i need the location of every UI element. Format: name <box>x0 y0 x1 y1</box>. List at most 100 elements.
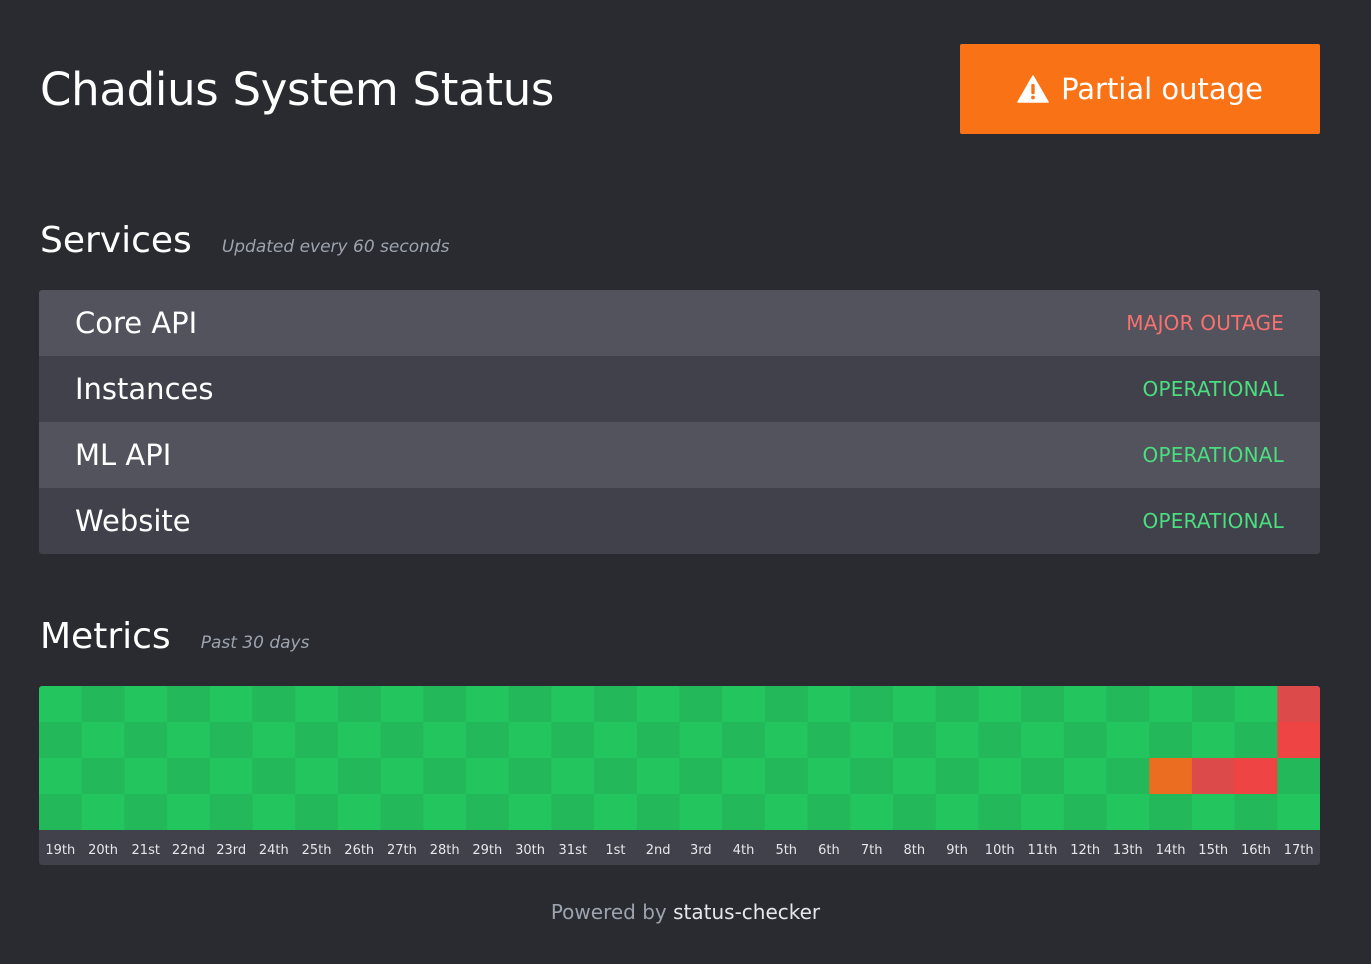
uptime-cell-ok[interactable] <box>594 686 638 722</box>
uptime-cell-ok[interactable] <box>594 722 638 758</box>
service-row-website[interactable]: Website OPERATIONAL <box>39 488 1320 554</box>
uptime-cell-ok[interactable] <box>295 758 339 794</box>
uptime-cell-major[interactable] <box>1277 722 1320 758</box>
uptime-cell-ok[interactable] <box>636 758 680 794</box>
uptime-cell-ok[interactable] <box>337 758 382 794</box>
footer-brand-link[interactable]: status-checker <box>673 900 820 924</box>
uptime-cell-ok[interactable] <box>380 686 424 722</box>
uptime-cell-ok[interactable] <box>935 758 979 794</box>
uptime-cell-ok[interactable] <box>1106 686 1150 722</box>
uptime-cell-ok[interactable] <box>1277 758 1320 794</box>
uptime-cell-ok[interactable] <box>1234 722 1278 758</box>
uptime-cell-ok[interactable] <box>380 794 424 830</box>
uptime-cell-ok[interactable] <box>679 686 723 722</box>
uptime-cell-major[interactable] <box>1191 758 1236 794</box>
uptime-cell-ok[interactable] <box>81 686 125 722</box>
uptime-cell-ok[interactable] <box>295 722 339 758</box>
uptime-cell-ok[interactable] <box>1149 686 1193 722</box>
uptime-cell-ok[interactable] <box>1234 686 1278 722</box>
uptime-cell-ok[interactable] <box>81 722 125 758</box>
uptime-cell-ok[interactable] <box>1063 722 1107 758</box>
uptime-cell-ok[interactable] <box>807 686 851 722</box>
uptime-cell-ok[interactable] <box>1021 758 1065 794</box>
service-row-instances[interactable]: Instances OPERATIONAL <box>39 356 1320 422</box>
uptime-cell-ok[interactable] <box>508 794 552 830</box>
uptime-cell-ok[interactable] <box>167 686 211 722</box>
uptime-cell-ok[interactable] <box>807 758 851 794</box>
uptime-cell-ok[interactable] <box>850 758 894 794</box>
uptime-cell-ok[interactable] <box>807 722 851 758</box>
uptime-cell-ok[interactable] <box>466 686 510 722</box>
uptime-cell-ok[interactable] <box>209 758 253 794</box>
uptime-cell-ok[interactable] <box>508 686 552 722</box>
uptime-cell-ok[interactable] <box>1191 722 1236 758</box>
uptime-cell-ok[interactable] <box>167 794 211 830</box>
uptime-cell-ok[interactable] <box>167 758 211 794</box>
uptime-cell-ok[interactable] <box>1277 794 1320 830</box>
uptime-cell-ok[interactable] <box>252 722 296 758</box>
uptime-cell-ok[interactable] <box>551 758 595 794</box>
uptime-cell-ok[interactable] <box>722 722 766 758</box>
uptime-cell-ok[interactable] <box>295 686 339 722</box>
uptime-cell-ok[interactable] <box>551 794 595 830</box>
uptime-cell-ok[interactable] <box>722 686 766 722</box>
uptime-cell-ok[interactable] <box>636 794 680 830</box>
uptime-cell-major[interactable] <box>1234 758 1278 794</box>
uptime-cell-ok[interactable] <box>679 722 723 758</box>
uptime-cell-ok[interactable] <box>81 758 125 794</box>
uptime-cell-ok[interactable] <box>337 686 382 722</box>
uptime-cell-ok[interactable] <box>935 722 979 758</box>
uptime-cell-ok[interactable] <box>380 758 424 794</box>
uptime-cell-ok[interactable] <box>551 722 595 758</box>
uptime-cell-ok[interactable] <box>594 794 638 830</box>
uptime-cell-ok[interactable] <box>81 794 125 830</box>
uptime-cell-ok[interactable] <box>764 794 809 830</box>
uptime-cell-ok[interactable] <box>764 722 809 758</box>
uptime-cell-ok[interactable] <box>893 686 937 722</box>
uptime-cell-ok[interactable] <box>722 794 766 830</box>
uptime-cell-ok[interactable] <box>466 758 510 794</box>
uptime-cell-ok[interactable] <box>167 722 211 758</box>
overall-status-banner[interactable]: Partial outage <box>960 44 1320 134</box>
uptime-cell-ok[interactable] <box>551 686 595 722</box>
uptime-cell-partial[interactable] <box>1149 758 1193 794</box>
uptime-cell-ok[interactable] <box>39 758 83 794</box>
uptime-cell-ok[interactable] <box>850 794 894 830</box>
uptime-cell-ok[interactable] <box>39 722 83 758</box>
uptime-cell-ok[interactable] <box>636 686 680 722</box>
uptime-cell-ok[interactable] <box>1063 758 1107 794</box>
uptime-cell-ok[interactable] <box>1021 686 1065 722</box>
uptime-cell-ok[interactable] <box>1191 686 1236 722</box>
uptime-cell-ok[interactable] <box>1149 722 1193 758</box>
uptime-cell-ok[interactable] <box>252 686 296 722</box>
uptime-cell-ok[interactable] <box>1021 722 1065 758</box>
service-row-ml-api[interactable]: ML API OPERATIONAL <box>39 422 1320 488</box>
uptime-cell-ok[interactable] <box>978 758 1022 794</box>
uptime-cell-ok[interactable] <box>124 686 168 722</box>
uptime-cell-ok[interactable] <box>508 722 552 758</box>
uptime-cell-ok[interactable] <box>807 794 851 830</box>
uptime-cell-ok[interactable] <box>39 686 83 722</box>
uptime-cell-ok[interactable] <box>594 758 638 794</box>
uptime-cell-ok[interactable] <box>423 686 467 722</box>
service-row-core-api[interactable]: Core API MAJOR OUTAGE <box>39 290 1320 356</box>
uptime-cell-ok[interactable] <box>1191 794 1236 830</box>
uptime-cell-ok[interactable] <box>209 794 253 830</box>
uptime-cell-ok[interactable] <box>423 758 467 794</box>
uptime-cell-ok[interactable] <box>124 722 168 758</box>
uptime-cell-ok[interactable] <box>636 722 680 758</box>
uptime-cell-ok[interactable] <box>1106 722 1150 758</box>
uptime-cell-ok[interactable] <box>423 722 467 758</box>
uptime-cell-ok[interactable] <box>423 794 467 830</box>
uptime-cell-ok[interactable] <box>893 722 937 758</box>
uptime-cell-ok[interactable] <box>1149 794 1193 830</box>
uptime-cell-ok[interactable] <box>39 794 83 830</box>
uptime-cell-ok[interactable] <box>722 758 766 794</box>
uptime-cell-ok[interactable] <box>935 794 979 830</box>
uptime-cell-ok[interactable] <box>893 758 937 794</box>
uptime-cell-ok[interactable] <box>466 722 510 758</box>
uptime-cell-ok[interactable] <box>337 722 382 758</box>
uptime-cell-ok[interactable] <box>295 794 339 830</box>
uptime-cell-ok[interactable] <box>466 794 510 830</box>
uptime-cell-ok[interactable] <box>850 686 894 722</box>
